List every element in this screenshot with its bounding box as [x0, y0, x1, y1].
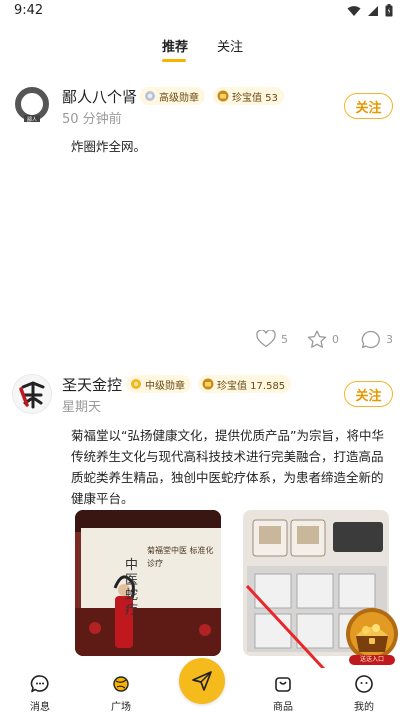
nav-label: 消息 [30, 702, 50, 713]
nav-products[interactable]: 商品 [258, 674, 308, 713]
treasure-icon [202, 378, 214, 390]
treasure-badge: 珍宝值 17.585 [198, 375, 292, 393]
signal-icon [368, 5, 378, 16]
level-badge-label: 中级勋章 [145, 380, 185, 392]
wifi-icon [347, 5, 361, 16]
level-badge-label: 高级勋章 [159, 92, 199, 104]
publish-button[interactable] [179, 658, 225, 704]
nav-label: 我的 [354, 702, 374, 713]
treasure-badge: 珍宝值 53 [213, 87, 284, 105]
username[interactable]: 圣天金控 [62, 374, 122, 395]
nav-messages[interactable]: 消息 [15, 674, 65, 713]
like-count: 5 [281, 332, 288, 346]
nav-square[interactable]: 广场 [96, 674, 146, 713]
post-time: 星期天 [62, 400, 102, 415]
feed-post: 鄙人 鄙人八个肾 高级勋章 珍宝值 53 50 分钟前 关注 炸圈炸全网。 5 … [0, 80, 405, 365]
post-actions: 5 0 3 [0, 330, 405, 352]
nav-label: 广场 [111, 702, 131, 713]
treasure-icon [217, 90, 229, 102]
nav-label: 商品 [273, 702, 293, 713]
star-icon [307, 330, 327, 348]
medal-badge-icon [131, 379, 141, 389]
like-button[interactable]: 5 [256, 330, 288, 348]
username[interactable]: 鄙人八个肾 [62, 86, 137, 107]
paper-plane-icon [192, 671, 212, 691]
shopping-bag-icon [275, 677, 291, 692]
status-time: 9:42 [14, 3, 44, 18]
active-tab-indicator [162, 59, 186, 62]
nav-mine[interactable]: 我的 [339, 674, 389, 713]
level-badge: 中级勋章 [126, 375, 191, 393]
image-stage-title: 菊福堂中医 标准化诊疗 [147, 546, 214, 568]
post-time: 50 分钟前 [62, 112, 122, 127]
avatar[interactable] [12, 374, 52, 414]
level-badge: 高级勋章 [140, 87, 205, 105]
treasure-badge-label: 珍宝值 17.585 [217, 380, 286, 392]
comment-icon [361, 330, 380, 349]
follow-button[interactable]: 关注 [344, 93, 393, 119]
comment-button[interactable]: 3 [361, 330, 393, 349]
comment-count: 3 [386, 333, 393, 346]
promo-label: 送送入口 [359, 656, 384, 663]
post-text: 菊福堂以“弘扬健康文化，提供优质产品”为宗旨，将中华传统养生文化与现代高科技技术… [71, 428, 384, 506]
post-image[interactable]: 菊福堂中医 标准化诊疗 中医蛇疗 [75, 510, 221, 656]
heart-icon [256, 330, 276, 348]
message-icon [30, 675, 49, 693]
feed-tabs: 推荐 关注 [0, 36, 405, 66]
treasure-badge-label: 珍宝值 53 [232, 92, 278, 104]
status-bar: 9:42 [0, 0, 405, 24]
bottom-nav: 消息 广场 商品 我的 [0, 658, 405, 720]
avatar[interactable]: 鄙人 [12, 86, 52, 126]
promo-treasure-entry[interactable]: 送送入口 [342, 606, 402, 666]
profile-icon [355, 675, 373, 693]
tab-following[interactable]: 关注 [217, 36, 243, 55]
status-icons [347, 4, 393, 17]
image-calligraphy: 中医蛇疗 [125, 558, 139, 618]
gear-badge-icon [145, 91, 155, 101]
follow-button[interactable]: 关注 [344, 381, 393, 407]
favorite-count: 0 [332, 333, 339, 346]
planet-icon [113, 676, 129, 692]
svg-text:鄙人: 鄙人 [27, 116, 37, 123]
battery-icon [385, 4, 393, 17]
post-text: 炸圈炸全网。 [71, 139, 147, 154]
tab-recommend[interactable]: 推荐 [162, 36, 188, 55]
favorite-button[interactable]: 0 [307, 330, 339, 349]
